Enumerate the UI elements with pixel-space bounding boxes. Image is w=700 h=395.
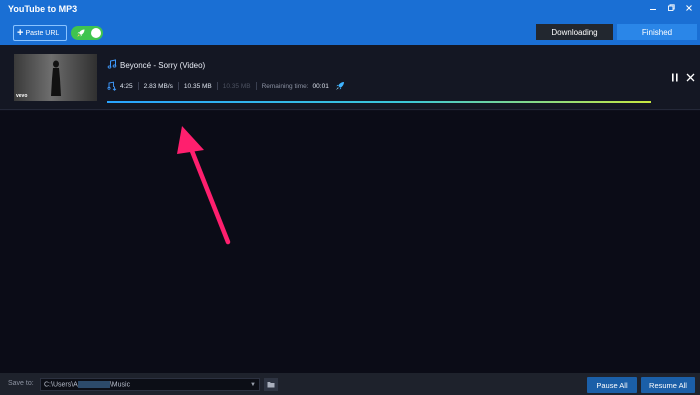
app-window: YouTube to MP3 + Paste URL Downloading F… — [0, 0, 700, 395]
tab-downloading[interactable]: Downloading — [536, 24, 613, 40]
download-title: Beyoncé - Sorry (Video) — [120, 61, 206, 70]
rocket-icon — [77, 29, 85, 37]
download-speed: 2.83 MB/s — [143, 82, 173, 90]
window-controls — [648, 3, 694, 15]
toolbar: + Paste URL Downloading Finished — [0, 20, 700, 45]
thumbnail-figure — [51, 60, 61, 96]
download-icon — [107, 81, 117, 91]
chevron-down-icon[interactable]: ▼ — [250, 382, 256, 388]
browse-folder-button[interactable] — [264, 378, 278, 391]
toggle-knob — [91, 28, 101, 38]
downloaded-size: 10.35 MB — [222, 82, 251, 90]
rocket-icon — [335, 82, 344, 90]
paste-url-label: Paste URL — [25, 29, 60, 37]
file-size: 10.35 MB — [183, 82, 212, 90]
close-icon[interactable] — [686, 73, 695, 82]
app-title: YouTube to MP3 — [8, 4, 78, 14]
window-close-icon[interactable] — [684, 3, 694, 15]
save-path-suffix: \Music — [109, 381, 131, 389]
paste-url-button[interactable]: + Paste URL — [13, 25, 67, 41]
folder-icon — [267, 382, 275, 388]
redacted-username — [77, 381, 110, 388]
remaining-time-label: Remaining time: — [261, 82, 309, 90]
download-item: vevo Beyoncé - Sorry (Video) 4:25 2.83 M… — [0, 45, 700, 110]
plus-icon: + — [17, 26, 24, 39]
turbo-toggle[interactable] — [71, 26, 103, 40]
pause-all-button[interactable]: Pause All — [587, 377, 637, 393]
save-path-field[interactable]: C:\Users\A \Music ▼ — [40, 378, 260, 391]
download-meta: 4:25 2.83 MB/s 10.35 MB 10.35 MB Remaini… — [107, 81, 345, 91]
restore-icon[interactable] — [666, 3, 676, 15]
title-bar: YouTube to MP3 — [0, 0, 700, 20]
remaining-time-value: 00:01 — [312, 82, 329, 90]
music-note-icon — [107, 59, 117, 69]
resume-all-button[interactable]: Resume All — [641, 377, 695, 393]
annotation-arrow — [177, 126, 231, 245]
save-to-label: Save to: — [8, 380, 34, 387]
tab-finished[interactable]: Finished — [617, 24, 697, 40]
pause-icon[interactable] — [671, 73, 679, 82]
download-progress-bar — [107, 101, 651, 103]
vevo-logo: vevo — [16, 93, 28, 99]
save-path-prefix: C:\Users\A — [44, 381, 78, 389]
video-thumbnail: vevo — [14, 54, 97, 101]
footer-bar: Save to: C:\Users\A \Music ▼ Pause All Re… — [0, 373, 700, 395]
minimize-icon[interactable] — [648, 3, 658, 15]
download-list-empty-area — [0, 111, 700, 373]
duration: 4:25 — [120, 82, 133, 90]
